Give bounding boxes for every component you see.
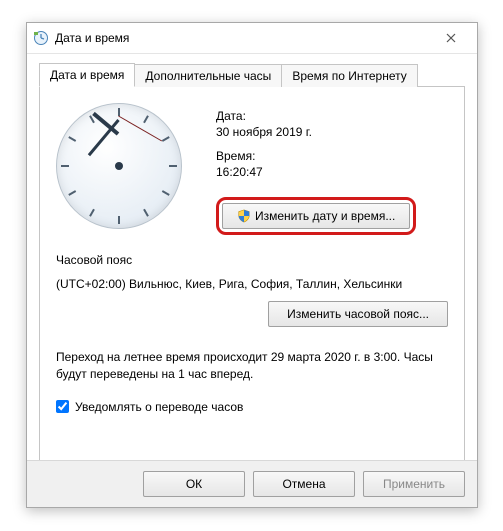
cancel-button[interactable]: Отмена: [253, 471, 355, 497]
client-area: Дата и время Дополнительные часы Время п…: [27, 54, 477, 474]
tab-page: Дата: 30 ноября 2019 г. Время: 16:20:47 …: [39, 86, 465, 474]
change-timezone-button[interactable]: Изменить часовой пояс...: [268, 301, 448, 327]
notify-checkbox-row[interactable]: Уведомлять о переводе часов: [56, 400, 448, 414]
timezone-row: Изменить часовой пояс...: [56, 291, 448, 327]
change-date-time-button[interactable]: Изменить дату и время...: [222, 203, 410, 229]
titlebar[interactable]: Дата и время: [27, 23, 477, 54]
highlight-ring: Изменить дату и время...: [216, 197, 416, 235]
notify-checkbox-label: Уведомлять о переводе часов: [75, 400, 243, 414]
time-value: 16:20:47: [216, 165, 448, 179]
close-button[interactable]: [431, 26, 471, 50]
date-label: Дата:: [216, 109, 448, 123]
tab-internet-time[interactable]: Время по Интернету: [281, 64, 417, 87]
shield-icon: [237, 209, 251, 223]
apply-button[interactable]: Применить: [363, 471, 465, 497]
analog-clock: [56, 103, 186, 233]
second-hand: [118, 116, 162, 142]
date-value: 30 ноября 2019 г.: [216, 125, 448, 139]
dialog-footer: ОК Отмена Применить: [27, 460, 477, 507]
change-date-time-label: Изменить дату и время...: [255, 209, 395, 223]
ok-button[interactable]: ОК: [143, 471, 245, 497]
date-time-window: Дата и время Дата и время Дополнительные…: [26, 22, 478, 508]
change-timezone-label: Изменить часовой пояс...: [287, 307, 429, 321]
clock-app-icon: [33, 30, 49, 46]
tab-additional-clocks[interactable]: Дополнительные часы: [134, 64, 282, 87]
timezone-heading: Часовой пояс: [56, 253, 448, 267]
close-icon: [446, 33, 456, 43]
date-time-info: Дата: 30 ноября 2019 г. Время: 16:20:47 …: [216, 103, 448, 235]
tab-date-time[interactable]: Дата и время: [39, 63, 135, 87]
timezone-value: (UTC+02:00) Вильнюс, Киев, Рига, София, …: [56, 277, 448, 291]
notify-checkbox[interactable]: [56, 400, 69, 413]
time-label: Время:: [216, 149, 448, 163]
tab-strip: Дата и время Дополнительные часы Время п…: [39, 62, 465, 86]
window-title: Дата и время: [55, 31, 431, 45]
dst-info: Переход на летнее время происходит 29 ма…: [56, 349, 448, 384]
